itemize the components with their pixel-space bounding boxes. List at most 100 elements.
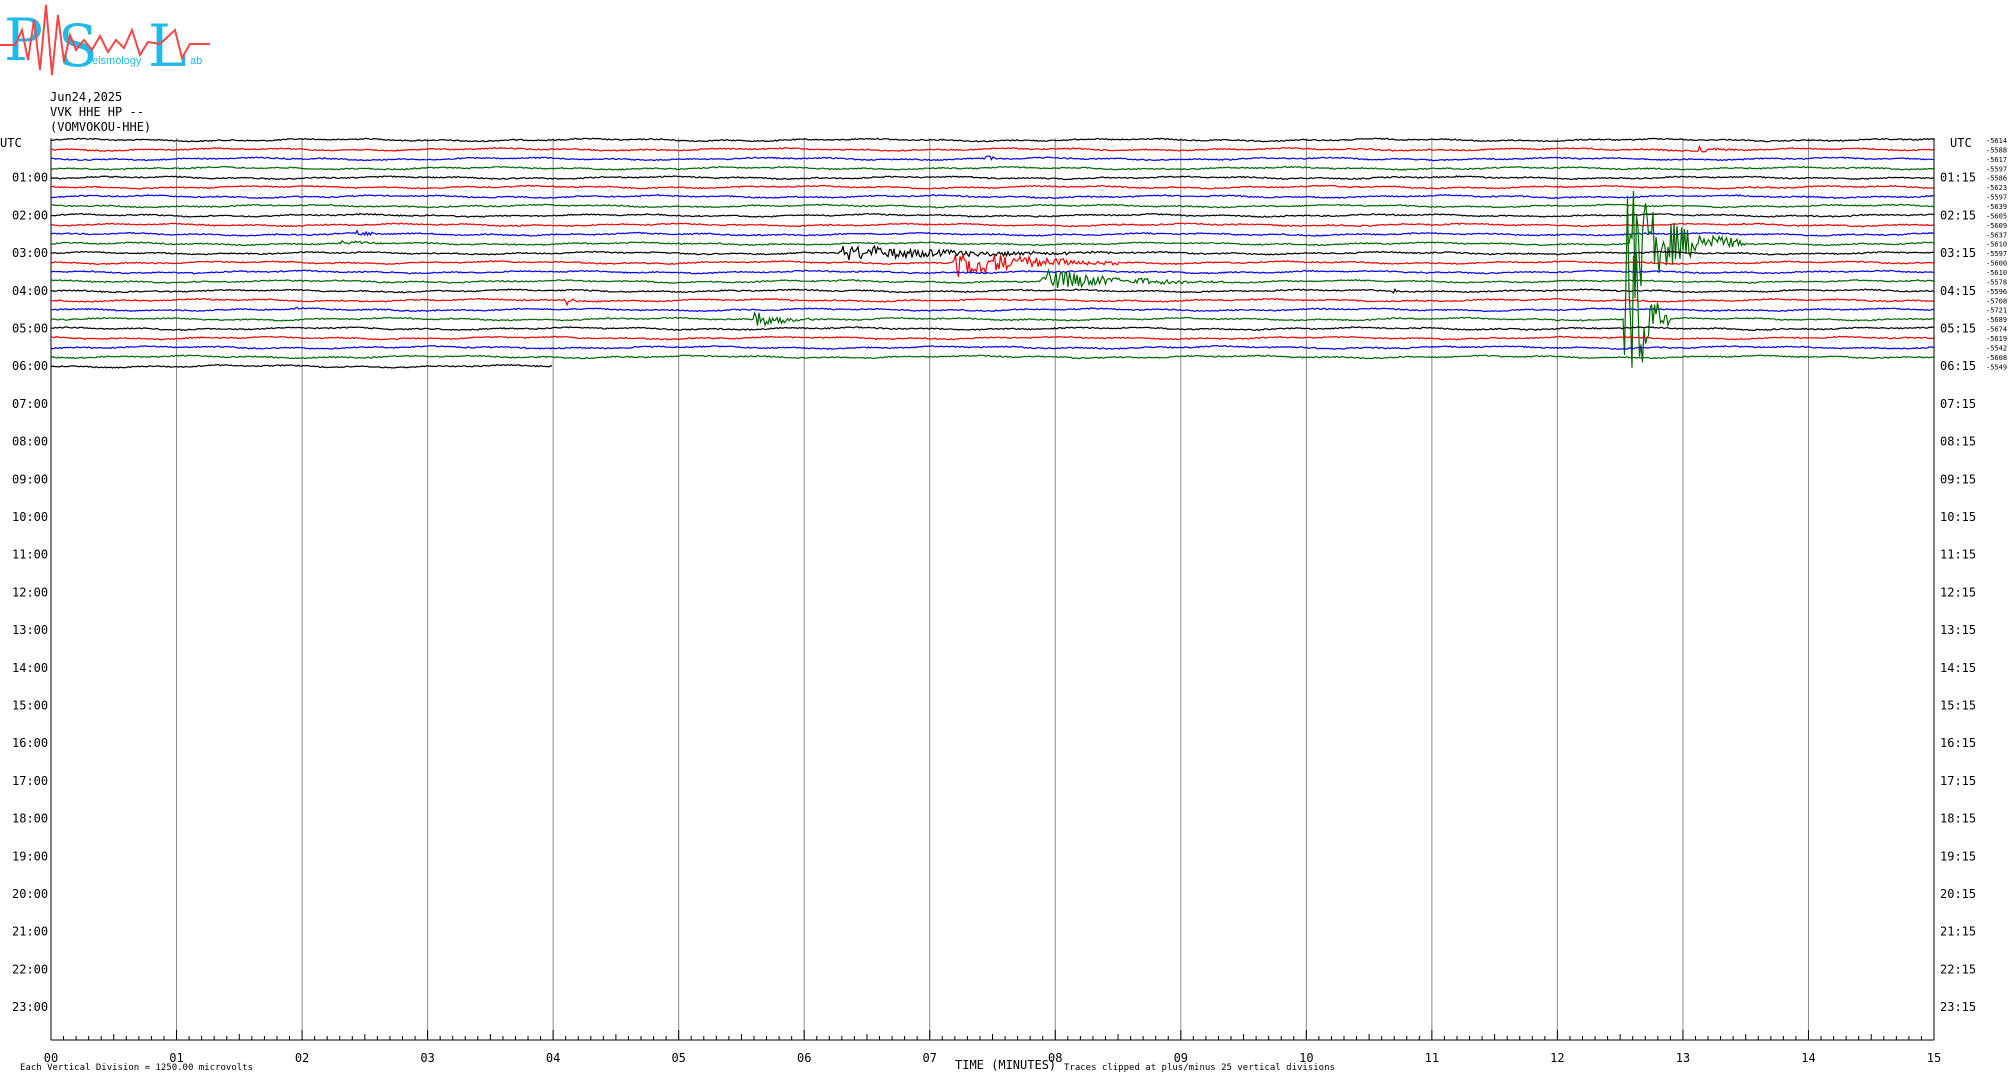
trace-line xyxy=(50,335,1934,341)
trace-offset-label: -5708 xyxy=(1986,297,2007,305)
division-scale-note: Each Vertical Division = 1250.00 microvo… xyxy=(20,1063,253,1073)
trace-line xyxy=(50,194,1934,200)
trace-offset-label: -5623 xyxy=(1986,184,2007,192)
trace-line xyxy=(50,363,553,369)
left-hour-label: 11:00 xyxy=(12,548,48,562)
left-hour-label: 04:00 xyxy=(12,284,48,298)
right-hour-label: 17:15 xyxy=(1940,774,1976,788)
label-layer: 00 01 02 03 04 05 06 07 08 09 10 11 12 13 14 15UTC UTC01… xyxy=(0,136,2007,1073)
trace-line xyxy=(50,144,1934,153)
left-hour-label: 23:00 xyxy=(12,1000,48,1014)
trace-line xyxy=(50,212,1934,218)
trace-offset-label: -5617 xyxy=(1986,156,2007,164)
trace-offset-label: -5578 xyxy=(1986,278,2007,286)
trace-offset-label: -5689 xyxy=(1986,316,2007,324)
right-hour-label: 14:15 xyxy=(1940,661,1976,675)
trace-offset-label: -5597 xyxy=(1986,165,2007,173)
trace-line xyxy=(50,137,1934,143)
right-hour-label: 23:15 xyxy=(1940,1000,1976,1014)
trace-offset-label: -5600 xyxy=(1986,260,2007,268)
trace-offset-label: -5610 xyxy=(1986,269,2007,277)
trace-line xyxy=(50,203,1934,209)
trace-offset-label: -5549 xyxy=(1986,363,2007,371)
trace-line xyxy=(50,184,1934,190)
right-hour-label: 02:15 xyxy=(1940,208,1976,222)
x-tick-label: 07 xyxy=(923,1051,937,1065)
trace-offset-label: -5605 xyxy=(1986,212,2007,220)
trace-offset-label: -5596 xyxy=(1986,288,2007,296)
left-hour-label: 03:00 xyxy=(12,246,48,260)
right-hour-label: 10:15 xyxy=(1940,510,1976,524)
left-hour-label: 02:00 xyxy=(12,208,48,222)
trace-offset-label: -5542 xyxy=(1986,344,2007,352)
right-hour-label: 08:15 xyxy=(1940,435,1976,449)
x-tick-label: 04 xyxy=(546,1051,560,1065)
left-hour-label: 21:00 xyxy=(12,925,48,939)
trace-offset-label: -5597 xyxy=(1986,250,2007,258)
right-hour-label: 07:15 xyxy=(1940,397,1976,411)
left-hour-label: 08:00 xyxy=(12,435,48,449)
trace-line xyxy=(50,190,1934,299)
trace-offset-label: -5597 xyxy=(1986,194,2007,202)
right-hour-label: 21:15 xyxy=(1940,925,1976,939)
right-hour-label: 09:15 xyxy=(1940,472,1976,486)
left-hour-label: 10:00 xyxy=(12,510,48,524)
right-hour-label: 15:15 xyxy=(1940,699,1976,713)
trace-line xyxy=(50,287,1934,294)
trace-line xyxy=(50,269,1934,275)
x-tick-label: 13 xyxy=(1676,1051,1690,1065)
trace-line xyxy=(50,222,1934,228)
left-hour-label: 05:00 xyxy=(12,322,48,336)
x-axis-title: TIME (MINUTES) xyxy=(955,1058,1056,1072)
trace-line xyxy=(50,354,1934,360)
left-hour-label: 12:00 xyxy=(12,585,48,599)
clip-note: Traces clipped at plus/minus 25 vertical… xyxy=(1064,1063,1335,1073)
x-tick-label: 06 xyxy=(797,1051,811,1065)
left-hour-label: 14:00 xyxy=(12,661,48,675)
trace-line xyxy=(50,306,1934,313)
left-hour-label: 19:00 xyxy=(12,849,48,863)
trace-layer xyxy=(50,137,1934,369)
right-hour-label: 13:15 xyxy=(1940,623,1976,637)
right-hour-label: 18:15 xyxy=(1940,812,1976,826)
trace-line xyxy=(50,165,1934,171)
right-hour-label: 19:15 xyxy=(1940,849,1976,863)
right-hour-label: 06:15 xyxy=(1940,359,1976,373)
trace-line xyxy=(50,155,1934,162)
left-hour-label: 22:00 xyxy=(12,962,48,976)
left-hour-label: 06:00 xyxy=(12,359,48,373)
trace-line xyxy=(50,326,1934,332)
left-hour-label: 15:00 xyxy=(12,699,48,713)
trace-offset-label: -5588 xyxy=(1986,146,2007,154)
x-tick-label: 12 xyxy=(1550,1051,1564,1065)
trace-offset-label: -5614 xyxy=(1986,137,2007,145)
right-hour-label: 04:15 xyxy=(1940,284,1976,298)
left-hour-label: 17:00 xyxy=(12,774,48,788)
right-hour-label: 11:15 xyxy=(1940,548,1976,562)
x-tick-label: 03 xyxy=(420,1051,434,1065)
trace-offset-label: -5721 xyxy=(1986,307,2007,315)
x-tick-label: 11 xyxy=(1425,1051,1439,1065)
trace-offset-label: -5609 xyxy=(1986,222,2007,230)
right-hour-label: 05:15 xyxy=(1940,322,1976,336)
right-hour-label: 16:15 xyxy=(1940,736,1976,750)
left-hour-label: 20:00 xyxy=(12,887,48,901)
x-tick-label: 02 xyxy=(295,1051,309,1065)
trace-offset-label: -5586 xyxy=(1986,175,2007,183)
left-hour-label: 09:00 xyxy=(12,472,48,486)
axis-layer xyxy=(50,1030,1935,1041)
x-tick-label: 14 xyxy=(1801,1051,1815,1065)
right-hour-label: 12:15 xyxy=(1940,585,1976,599)
left-hour-label: 16:00 xyxy=(12,736,48,750)
x-tick-label: 05 xyxy=(671,1051,685,1065)
trace-offset-label: -5674 xyxy=(1986,326,2007,334)
left-hour-label: 07:00 xyxy=(12,397,48,411)
trace-offset-label: -5619 xyxy=(1986,335,2007,343)
left-hour-label: 18:00 xyxy=(12,812,48,826)
right-hour-label: 22:15 xyxy=(1940,962,1976,976)
trace-offset-label: -5637 xyxy=(1986,231,2007,239)
trace-line xyxy=(50,175,1934,181)
trace-offset-label: -5610 xyxy=(1986,241,2007,249)
trace-offset-label: -5608 xyxy=(1986,354,2007,362)
right-hour-label: 03:15 xyxy=(1940,246,1976,260)
